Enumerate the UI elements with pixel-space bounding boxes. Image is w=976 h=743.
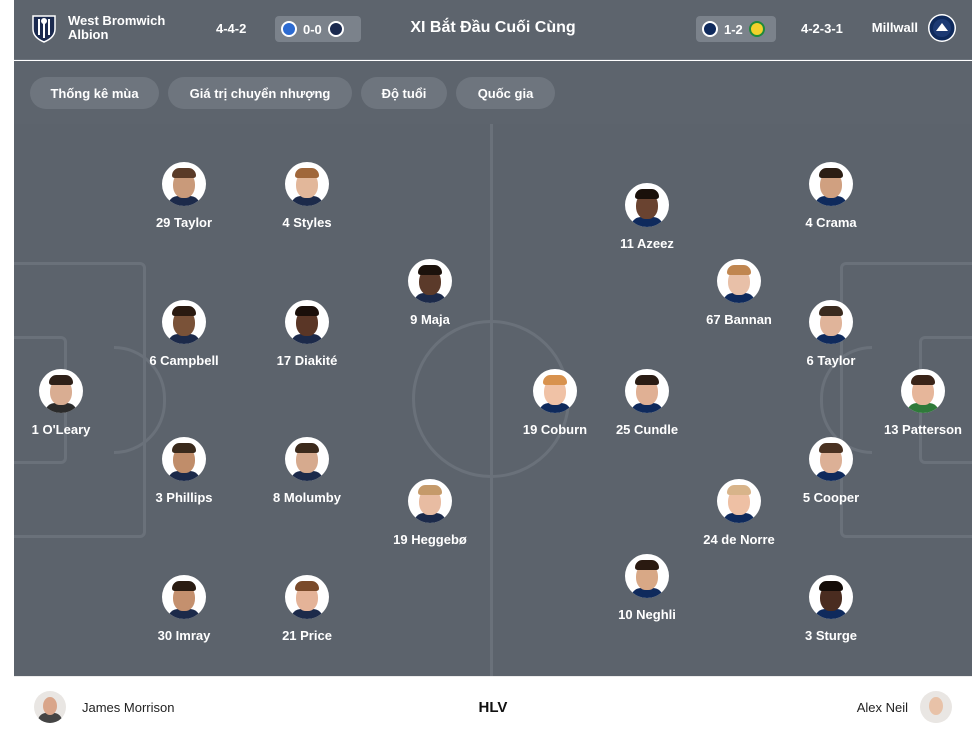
player-label: 3 Phillips xyxy=(155,490,213,505)
player-label: 4 Crama xyxy=(805,215,857,230)
tab-nationality[interactable]: Quốc gia xyxy=(456,77,555,109)
player-photo xyxy=(285,437,329,481)
away-formation: 4-2-3-1 xyxy=(801,21,843,36)
player-photo xyxy=(285,162,329,206)
player-label: 10 Neghli xyxy=(618,607,676,622)
tab-transfer-value[interactable]: Giá trị chuyển nhượng xyxy=(168,77,352,109)
player-photo xyxy=(162,437,206,481)
player-away[interactable]: 24 de Norre xyxy=(679,479,799,547)
away-coach-avatar xyxy=(920,691,952,723)
player-photo xyxy=(809,437,853,481)
player-label: 29 Taylor xyxy=(155,215,213,230)
player-label: 8 Molumby xyxy=(273,490,341,505)
player-label: 21 Price xyxy=(282,628,332,643)
player-home[interactable]: 8 Molumby xyxy=(247,437,367,505)
player-photo xyxy=(625,369,669,413)
tab-age[interactable]: Độ tuổi xyxy=(361,77,447,109)
pitch: 29 Taylor 4 Styles 9 Maja 6 Campbell 17 … xyxy=(14,124,972,676)
player-label: 1 O'Leary xyxy=(31,422,91,437)
player-label: 17 Diakité xyxy=(276,353,338,368)
player-home[interactable]: 6 Campbell xyxy=(124,300,244,368)
coach-heading: HLV xyxy=(478,699,508,716)
player-away[interactable]: 4 Crama xyxy=(771,162,891,230)
player-photo xyxy=(809,575,853,619)
player-home[interactable]: 21 Price xyxy=(247,575,367,643)
player-photo xyxy=(162,300,206,344)
millwall-mini-crest-icon xyxy=(702,21,718,37)
player-label: 4 Styles xyxy=(282,215,332,230)
player-away[interactable]: 10 Neghli xyxy=(587,554,707,622)
player-home[interactable]: 30 Imray xyxy=(124,575,244,643)
away-coach-name: Alex Neil xyxy=(856,699,908,715)
lineup-widget: West Bromwich Albion 4-4-2 0-0 XI Bắt Đầ… xyxy=(14,0,972,743)
away-last-result[interactable]: 1-2 xyxy=(696,16,776,42)
player-away[interactable]: 11 Azeez xyxy=(587,183,707,251)
player-home[interactable]: 1 O'Leary xyxy=(14,369,121,437)
player-photo xyxy=(625,554,669,598)
player-label: 25 Cundle xyxy=(615,422,679,437)
norwich-crest-icon xyxy=(748,21,765,37)
player-label: 19 Heggebø xyxy=(393,532,467,547)
player-photo xyxy=(39,369,83,413)
player-photo xyxy=(533,369,577,413)
away-last-score: 1-2 xyxy=(724,21,743,37)
player-away[interactable]: 25 Cundle xyxy=(587,369,707,437)
player-label: 13 Patterson xyxy=(883,422,963,437)
player-away[interactable]: 13 Patterson xyxy=(863,369,972,437)
away-coach[interactable]: Alex Neil xyxy=(857,691,952,723)
player-label: 11 Azeez xyxy=(620,236,674,251)
away-team[interactable]: Millwall xyxy=(858,14,956,42)
player-photo xyxy=(285,575,329,619)
player-photo xyxy=(162,162,206,206)
player-photo xyxy=(408,259,452,303)
away-team-name: Millwall xyxy=(871,20,918,35)
coaches-bar: James Morrison HLV Alex Neil xyxy=(14,676,972,736)
player-home[interactable]: 19 Heggebø xyxy=(370,479,490,547)
player-home[interactable]: 29 Taylor xyxy=(124,162,244,230)
player-photo xyxy=(408,479,452,523)
player-photo xyxy=(625,183,669,227)
lineup-header: West Bromwich Albion 4-4-2 0-0 XI Bắt Đầ… xyxy=(14,0,972,60)
player-photo xyxy=(809,162,853,206)
player-away[interactable]: 3 Sturge xyxy=(771,575,891,643)
player-photo xyxy=(901,369,945,413)
player-home[interactable]: 3 Phillips xyxy=(124,437,244,505)
player-label: 3 Sturge xyxy=(804,628,857,643)
player-photo xyxy=(717,479,761,523)
player-label: 30 Imray xyxy=(157,628,211,643)
player-photo xyxy=(285,300,329,344)
player-label: 6 Campbell xyxy=(149,353,219,368)
player-photo xyxy=(809,300,853,344)
player-label: 9 Maja xyxy=(410,312,450,327)
player-label: 6 Taylor xyxy=(806,353,856,368)
player-home[interactable]: 9 Maja xyxy=(370,259,490,327)
player-photo xyxy=(717,259,761,303)
tab-season-stats[interactable]: Thống kê mùa xyxy=(30,77,159,109)
player-label: 24 de Norre xyxy=(703,532,775,547)
player-home[interactable]: 4 Styles xyxy=(247,162,367,230)
player-away[interactable]: 6 Taylor xyxy=(771,300,891,368)
player-photo xyxy=(162,575,206,619)
millwall-crest-icon xyxy=(928,14,956,42)
stats-tab-bar: Thống kê mùa Giá trị chuyển nhượng Độ tu… xyxy=(14,61,972,124)
player-home[interactable]: 17 Diakité xyxy=(247,300,367,368)
